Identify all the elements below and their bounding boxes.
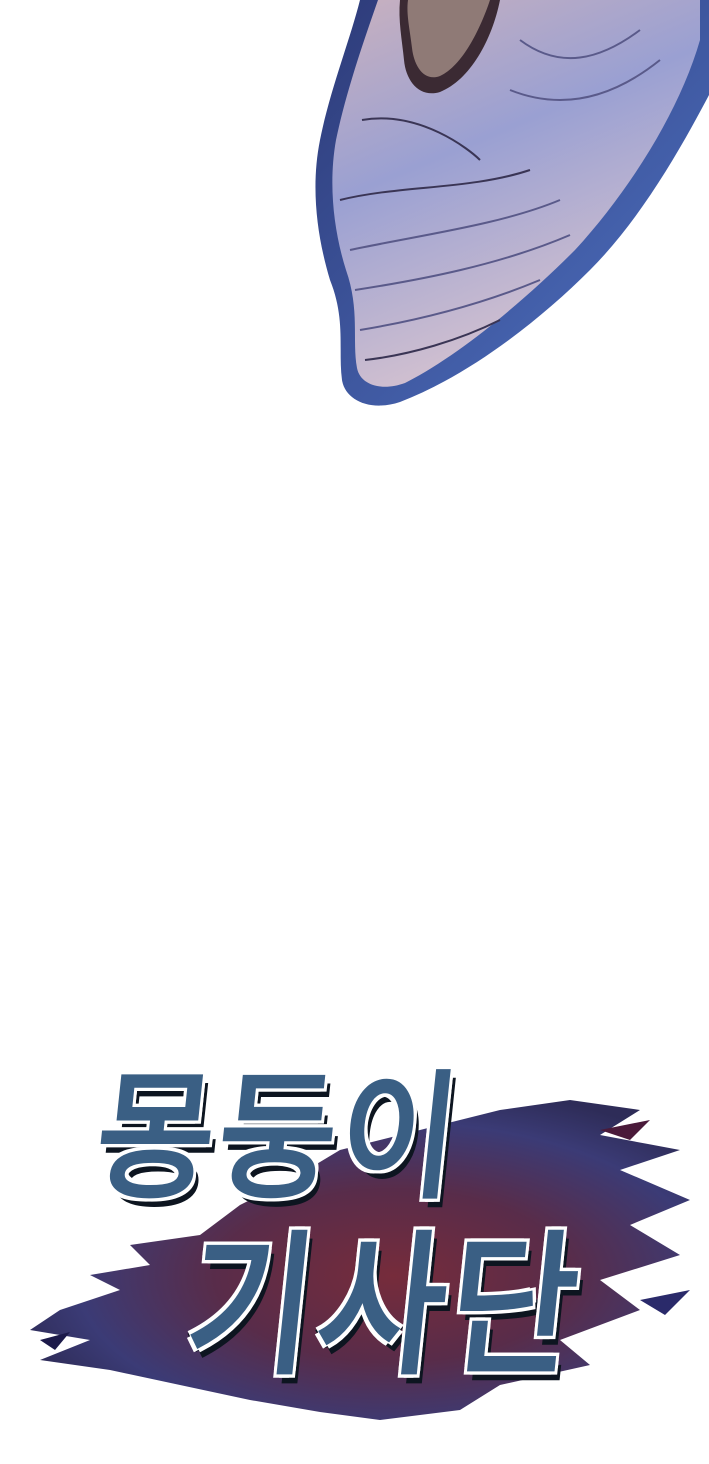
series-logo: 몽둥이 기사단 xyxy=(0,1040,709,1464)
cloth-sleeve-illustration xyxy=(315,0,709,406)
logo-title-line-2: 기사단 xyxy=(176,1214,592,1399)
webtoon-page: 몽둥이 기사단 xyxy=(0,0,709,1464)
logo-title-line-1: 몽둥이 xyxy=(86,1056,472,1221)
